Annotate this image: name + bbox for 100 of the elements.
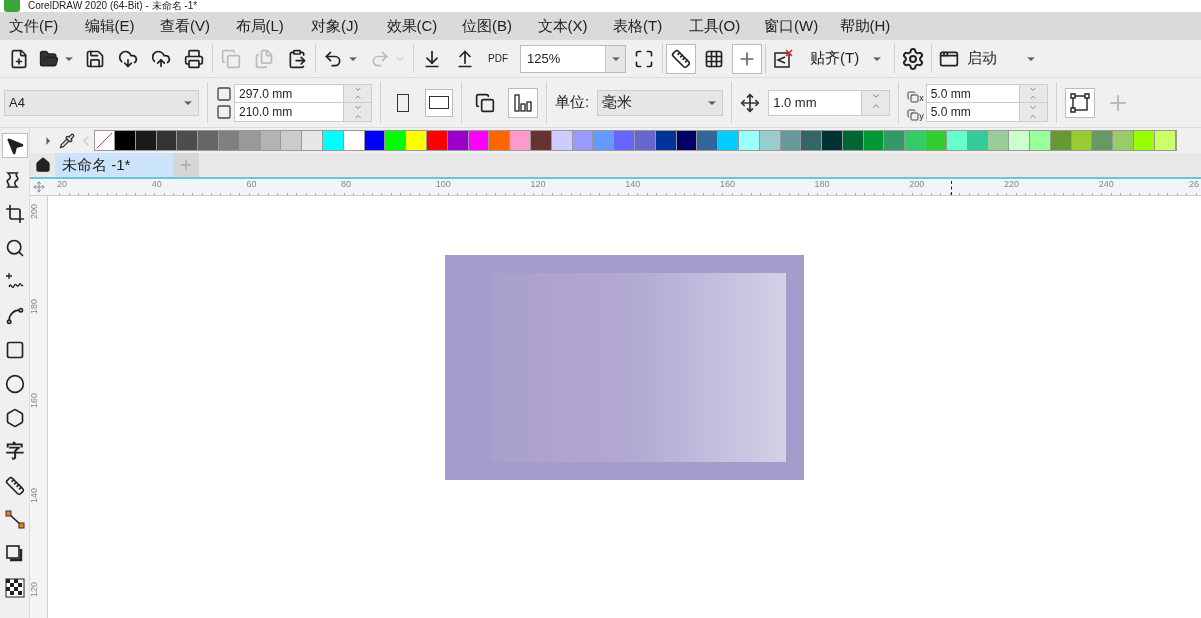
no-color-swatch[interactable] bbox=[95, 131, 115, 150]
redo-icon bbox=[370, 48, 390, 69]
menu-item[interactable]: 文件(F) bbox=[9, 14, 85, 38]
menu-item[interactable]: 查看(V) bbox=[160, 14, 236, 38]
color-swatch[interactable] bbox=[967, 131, 989, 150]
color-swatch[interactable] bbox=[738, 131, 760, 150]
menu-item[interactable]: 窗口(W) bbox=[764, 14, 840, 38]
color-swatch[interactable] bbox=[780, 131, 802, 150]
menu-item[interactable]: 工具(O) bbox=[688, 14, 764, 38]
color-swatch[interactable] bbox=[655, 131, 677, 150]
color-swatch[interactable] bbox=[281, 131, 303, 150]
color-swatch[interactable] bbox=[884, 131, 906, 150]
color-swatch[interactable] bbox=[1030, 131, 1051, 150]
color-swatch[interactable] bbox=[759, 131, 781, 150]
color-swatch[interactable] bbox=[614, 131, 635, 150]
snap-dropdown[interactable]: 贴齐(T) bbox=[802, 47, 892, 70]
gradient-rectangle-shape[interactable] bbox=[490, 273, 786, 462]
landscape-button[interactable] bbox=[425, 88, 453, 117]
color-swatch[interactable] bbox=[447, 131, 469, 150]
color-swatch[interactable] bbox=[863, 131, 885, 150]
color-swatch[interactable] bbox=[1134, 131, 1155, 150]
color-swatch[interactable] bbox=[364, 131, 386, 150]
color-swatch[interactable] bbox=[634, 131, 656, 150]
rectangle-icon bbox=[4, 339, 25, 360]
color-swatch[interactable] bbox=[426, 131, 448, 150]
zoom-dropdown[interactable]: 125% bbox=[520, 44, 626, 73]
color-swatch[interactable] bbox=[926, 131, 947, 150]
rectangle-shape[interactable] bbox=[445, 255, 804, 480]
color-swatch[interactable] bbox=[406, 131, 427, 150]
duplicate-distance-field[interactable]: 5.0 mm bbox=[926, 84, 1047, 103]
publish-pdf-button[interactable]: PDF bbox=[483, 43, 513, 74]
ruler-label: 140 bbox=[30, 487, 40, 503]
guidelines-toggle[interactable] bbox=[732, 43, 762, 74]
eyedropper-icon[interactable] bbox=[59, 132, 75, 149]
color-swatch[interactable] bbox=[842, 131, 864, 150]
units-dropdown[interactable]: 毫米 bbox=[597, 89, 724, 116]
page-size-dropdown[interactable]: A4 bbox=[4, 89, 199, 116]
color-swatch[interactable] bbox=[946, 131, 968, 150]
color-swatch[interactable] bbox=[676, 131, 698, 150]
color-swatch[interactable] bbox=[115, 131, 136, 150]
nudge-field[interactable]: 1.0 mm bbox=[768, 89, 891, 116]
ruler-label: 160 bbox=[719, 179, 735, 190]
color-swatch[interactable] bbox=[1092, 131, 1114, 150]
color-swatch[interactable] bbox=[322, 131, 344, 150]
menu-item[interactable]: 编辑(E) bbox=[84, 14, 160, 38]
duplicate-offset-icon bbox=[907, 108, 920, 121]
launch-dropdown[interactable]: 启动 bbox=[935, 47, 1042, 70]
color-swatch[interactable] bbox=[905, 131, 927, 150]
pointer-tool[interactable] bbox=[1, 133, 28, 158]
color-swatch[interactable] bbox=[801, 131, 823, 150]
color-swatch[interactable] bbox=[1009, 131, 1031, 150]
rulers-toggle[interactable] bbox=[666, 43, 696, 74]
menu-item[interactable]: 对象(J) bbox=[311, 14, 387, 38]
color-swatch[interactable] bbox=[1154, 131, 1176, 150]
color-swatch[interactable] bbox=[530, 131, 552, 150]
menu-item[interactable]: 文本(X) bbox=[537, 14, 613, 38]
color-swatch[interactable] bbox=[219, 131, 240, 150]
color-swatch[interactable] bbox=[697, 131, 719, 150]
color-swatch[interactable] bbox=[593, 131, 615, 150]
color-swatch[interactable] bbox=[1113, 131, 1135, 150]
color-swatch[interactable] bbox=[343, 131, 365, 150]
settings-icon bbox=[901, 46, 926, 71]
color-swatch[interactable] bbox=[239, 131, 261, 150]
color-swatch[interactable] bbox=[156, 131, 178, 150]
current-page-button[interactable] bbox=[508, 87, 538, 118]
menu-item[interactable]: 位图(B) bbox=[462, 14, 538, 38]
color-swatch[interactable] bbox=[572, 131, 594, 150]
color-swatch[interactable] bbox=[718, 131, 739, 150]
color-swatch[interactable] bbox=[510, 131, 531, 150]
menu-item[interactable]: 帮助(H) bbox=[839, 14, 915, 38]
color-swatch[interactable] bbox=[260, 131, 282, 150]
color-swatch[interactable] bbox=[489, 131, 511, 150]
color-swatch[interactable] bbox=[135, 131, 157, 150]
color-swatch[interactable] bbox=[1050, 131, 1072, 150]
window-title: CorelDRAW 2020 (64-Bit) - 未命名 -1* bbox=[28, 0, 198, 12]
zoom-icon bbox=[4, 237, 25, 258]
text-tool[interactable]: 字 bbox=[1, 439, 28, 464]
color-swatch[interactable] bbox=[302, 131, 323, 150]
page-dimension-field[interactable]: 297.0 mm bbox=[235, 84, 371, 103]
ruler-label: 120 bbox=[30, 582, 40, 597]
color-swatch[interactable] bbox=[1071, 131, 1093, 150]
color-swatch[interactable] bbox=[177, 131, 199, 150]
ruler-origin-icon[interactable] bbox=[33, 181, 45, 193]
document-tab[interactable]: 未命名 -1* bbox=[55, 153, 173, 177]
curve-icon bbox=[4, 305, 25, 326]
drawing-canvas[interactable] bbox=[48, 196, 1201, 618]
treat-as-filled-button[interactable] bbox=[1064, 87, 1095, 118]
menu-item[interactable]: 表格(T) bbox=[613, 14, 689, 38]
grid-icon bbox=[704, 48, 724, 69]
color-swatch[interactable] bbox=[822, 131, 843, 150]
color-swatch[interactable] bbox=[385, 131, 407, 150]
ruler-label: 100 bbox=[435, 179, 451, 190]
frame-icon bbox=[1069, 92, 1090, 113]
menu-item[interactable]: 效果(C) bbox=[386, 14, 462, 38]
color-swatch[interactable] bbox=[551, 131, 573, 150]
crop-icon bbox=[4, 203, 25, 224]
color-swatch[interactable] bbox=[988, 131, 1010, 150]
menu-item[interactable]: 布局(L) bbox=[235, 14, 311, 38]
color-swatch[interactable] bbox=[468, 131, 490, 150]
color-swatch[interactable] bbox=[198, 131, 219, 150]
